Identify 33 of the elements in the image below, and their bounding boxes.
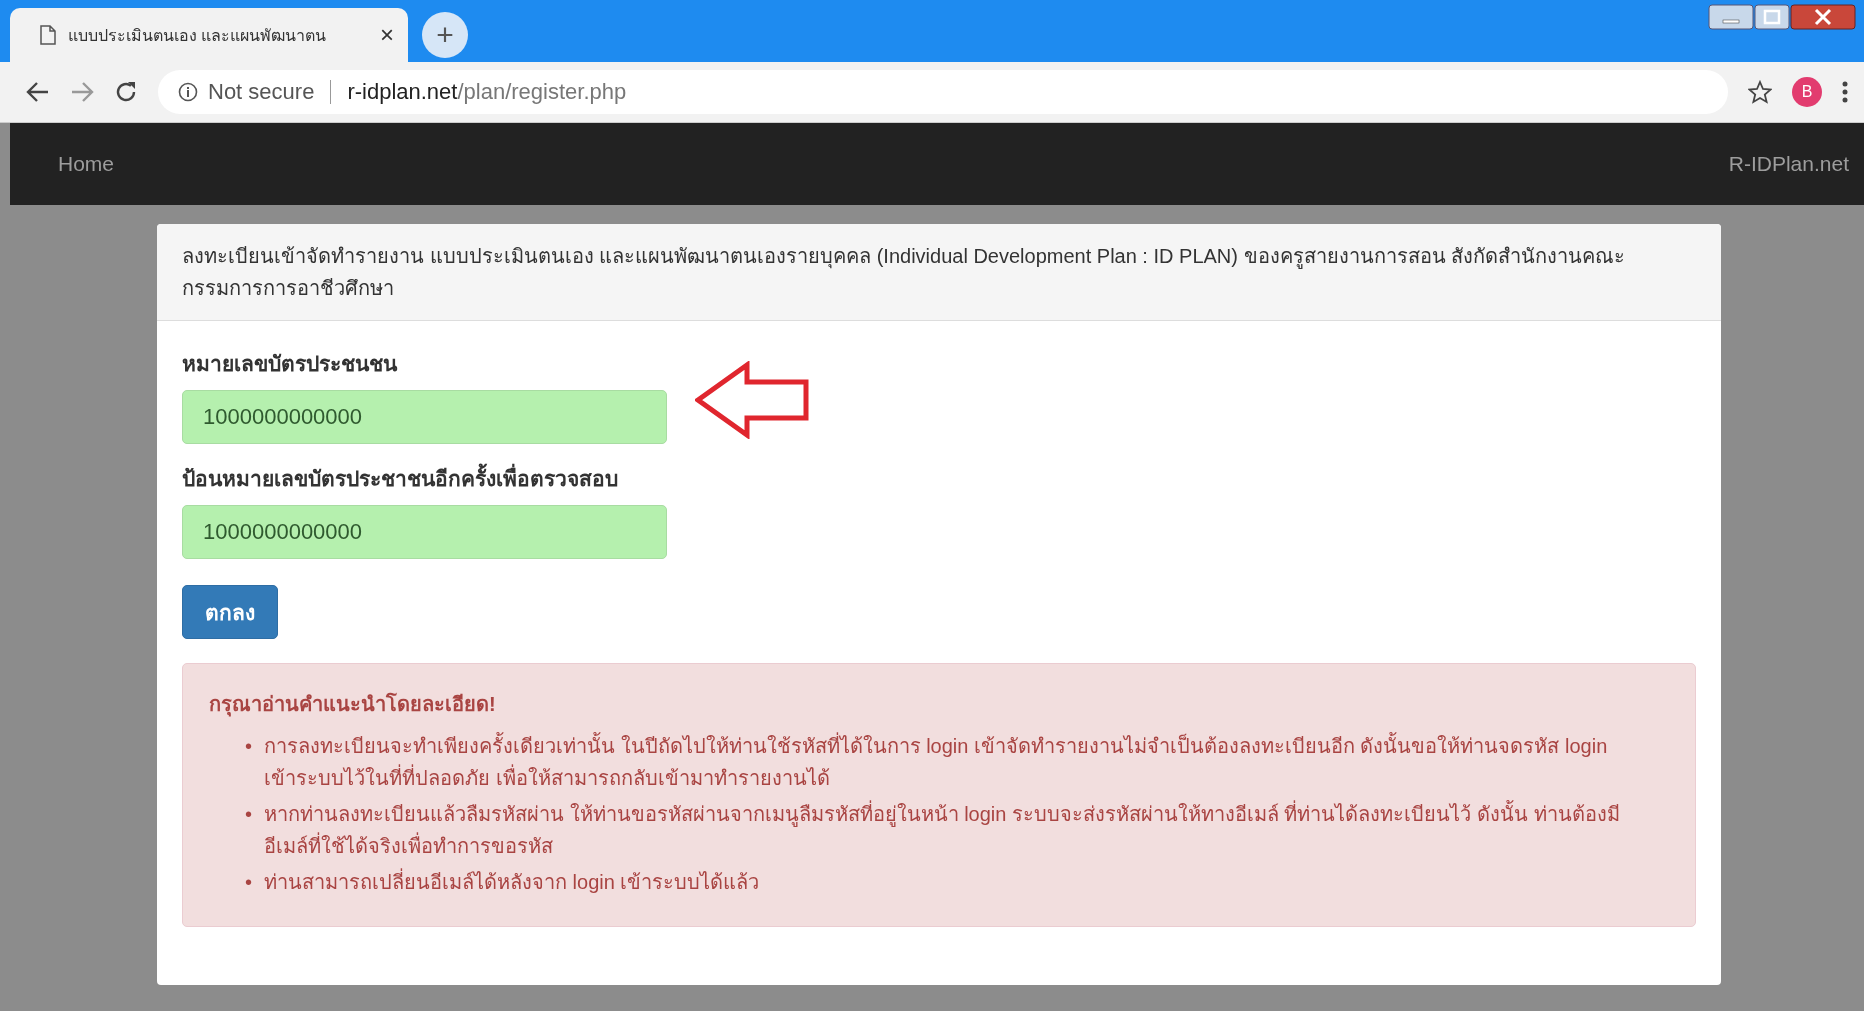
reload-icon[interactable] <box>114 80 138 104</box>
new-tab-button[interactable]: + <box>422 12 468 58</box>
close-icon[interactable] <box>1790 4 1856 30</box>
back-icon[interactable] <box>26 81 50 103</box>
profile-avatar[interactable]: B <box>1792 77 1822 107</box>
alert-title: กรุณาอ่านคำแนะนำโดยละเอียด! <box>209 691 497 719</box>
arrow-icon <box>695 361 809 439</box>
card-heading: ลงทะเบียนเข้าจัดทำรายงาน แบบประเมินตนเอง และแผนพัฒนาตนเองรายบุคคล (Individual Development Plan : ID PLAN) ของครูสายงานการสอน สังกัดสำนักงานคณะกรรมการการอาชีวศึกษา <box>157 224 1721 321</box>
minimize-icon[interactable] <box>1708 4 1754 30</box>
home-link[interactable]: Home <box>58 152 115 176</box>
instruction-item: การลงทะเบียนจะทำเพียงครั้งเดียวเท่านั้น ในปีถัดไปให้ท่านใช้รหัสที่ได้ในการ login เข้าจัดทำรายงานไม่จำเป็นต้องลงทะเบียนอีก ดังนั้นขอให้ท่านจดรหัส login เข้าระบบไว้ในที่ที่ปลอดภัย เพื่อให้สามารถกลับเข้ามาทำรายงานได้ <box>264 728 1629 796</box>
field-label: ป้อนหมายเลขบัตรประชาชนอีกครั้งเพื่อตรวจสอบ <box>182 462 1696 495</box>
address-bar[interactable]: Not secure r-idplan.net/plan/register.php <box>158 70 1728 114</box>
brand-link[interactable]: R-IDPlan.net <box>1728 152 1849 176</box>
star-icon[interactable] <box>1748 80 1772 104</box>
bullet: • <box>245 870 252 895</box>
menu-icon[interactable] <box>1842 81 1848 103</box>
submit-button[interactable]: ตกลง <box>182 585 278 639</box>
url-text: r-idplan.net/plan/register.php <box>347 79 627 105</box>
page-icon <box>40 25 56 45</box>
browser-tab[interactable]: แบบประเมินตนเอง และแผนพัฒนาตน × <box>10 8 408 62</box>
maximize-icon[interactable] <box>1754 4 1790 30</box>
security-label: Not secure <box>208 79 315 105</box>
info-icon <box>178 82 198 102</box>
id-number-field[interactable]: 1000000000000 <box>182 390 667 444</box>
id-number-field[interactable]: 1000000000000 <box>182 505 667 559</box>
tab-title: แบบประเมินตนเอง และแผนพัฒนาตน <box>68 25 328 46</box>
field-label: หมายเลขบัตรประชนชน <box>182 351 399 377</box>
bullet: • <box>245 802 252 827</box>
instruction-item: ท่านสามารถเปลี่ยนอีเมล์ได้หลังจาก login เข้าระบบได้แล้ว <box>264 864 760 900</box>
instruction-item: หากท่านลงทะเบียนแล้วลืมรหัสผ่าน ให้ท่านขอรหัสผ่านจากเมนูลืมรหัสที่อยู่ในหน้า login ระบบจะส่งรหัสผ่านให้ทางอีเมล์ ที่ท่านได้ลงทะเบียนไว้ ดังนั้น ท่านต้องมีอีเมล์ที่ใช้ได้จริงเพื่อทำการขอรหัส <box>264 796 1629 864</box>
bullet: • <box>245 734 252 759</box>
forward-icon[interactable] <box>70 81 94 103</box>
